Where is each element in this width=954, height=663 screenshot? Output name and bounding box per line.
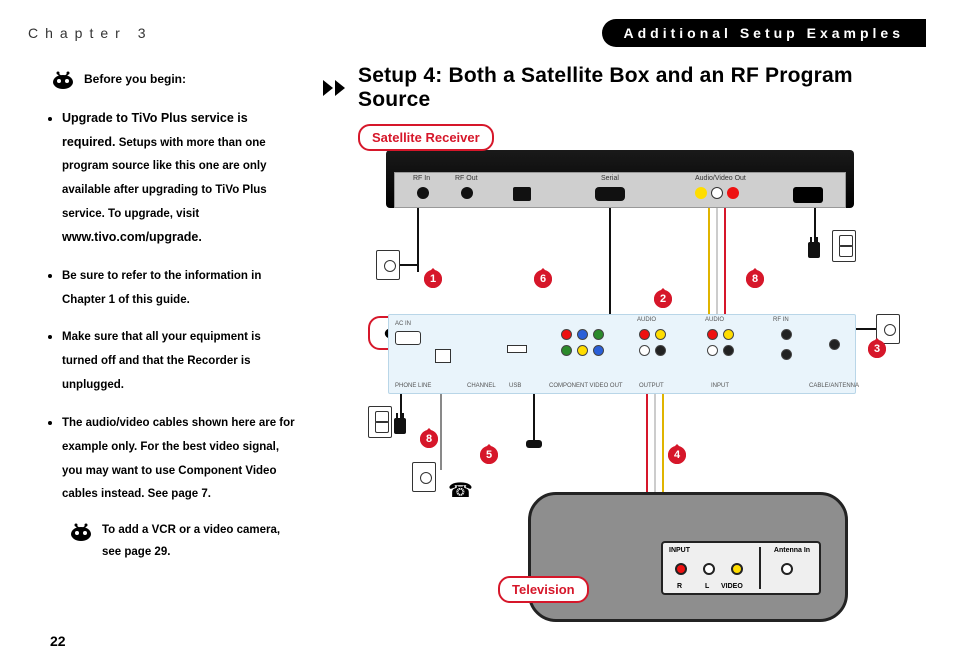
before-you-begin-label: Before you begin:	[84, 68, 186, 91]
tv-antenna-label: Antenna In	[767, 547, 817, 554]
sat-audio-r-port	[727, 187, 739, 199]
marker-8a: 8	[746, 270, 764, 288]
tv-port-l	[703, 563, 715, 575]
television-input-panel: INPUT Antenna In R L VIDEO	[661, 541, 821, 595]
vcr-note: To add a VCR or a video camera, see page…	[102, 520, 282, 564]
sat-rfin-label: RF In	[413, 175, 430, 182]
marker-2: 2	[654, 290, 672, 308]
bullet-2: Be sure to refer to the information in C…	[62, 264, 298, 312]
sat-rfout-label: RF Out	[455, 175, 478, 182]
television-label: Television	[498, 576, 589, 603]
satellite-receiver-label: Satellite Receiver	[358, 124, 494, 151]
connection-diagram: RF In RF Out Serial Audio/Video Out Sate…	[328, 122, 888, 622]
marker-1: 1	[424, 270, 442, 288]
wire-serial	[609, 208, 611, 314]
before-you-begin-sidebar: Before you begin: Upgrade to TiVo Plus s…	[28, 64, 298, 624]
wire-phone	[440, 394, 442, 470]
chapter-label: Chapter 3	[28, 25, 152, 41]
main-content: Setup 4: Both a Satellite Box and an RF …	[318, 64, 926, 624]
sat-phone-port	[513, 187, 531, 201]
marker-3: 3	[868, 340, 886, 358]
tv-port-r	[675, 563, 687, 575]
section-pill: Additional Setup Examples	[602, 19, 926, 47]
sat-serial-label: Serial	[601, 175, 619, 182]
wire-ir	[533, 394, 535, 442]
telephone-icon: ☎	[448, 478, 473, 503]
sat-rfout-port	[461, 187, 473, 199]
coax-wallplate-icon	[376, 250, 400, 280]
wire-sat-video	[708, 208, 710, 318]
power-outlet-icon	[368, 406, 392, 438]
tv-input-label: INPUT	[669, 547, 690, 554]
double-arrow-icon	[322, 79, 348, 97]
recorder-phone-port	[435, 349, 451, 363]
plug-icon	[808, 242, 820, 258]
plug-icon	[394, 418, 406, 434]
tv-port-antenna	[781, 563, 793, 575]
sat-rfin-port	[417, 187, 429, 199]
tv-sub-r: R	[677, 583, 682, 590]
bullet-3: Make sure that all your equipment is tur…	[62, 325, 298, 397]
phone-wallplate-icon	[412, 462, 436, 492]
tv-sub-l: L	[705, 583, 709, 590]
sat-avout-label: Audio/Video Out	[695, 175, 746, 182]
tivo-logo-icon	[50, 68, 76, 90]
page-title: Setup 4: Both a Satellite Box and an RF …	[358, 64, 926, 112]
sat-power-port	[793, 187, 823, 203]
page-number: 22	[50, 633, 66, 649]
power-outlet-icon	[832, 230, 856, 262]
sat-video-port	[695, 187, 707, 199]
recorder-back-panel: AC IN PHONE LINE CHANNEL USB COMPONENT V…	[388, 314, 856, 394]
marker-4: 4	[668, 446, 686, 464]
wire-rfin	[417, 208, 419, 272]
tivo-logo-icon	[68, 520, 94, 542]
recorder-acin-port	[395, 331, 421, 345]
marker-6: 6	[534, 270, 552, 288]
recorder-usb-port	[507, 345, 527, 353]
bullet-1-tail: www.tivo.com/upgrade.	[62, 230, 202, 244]
marker-8b: 8	[420, 430, 438, 448]
sat-audio-l-port	[711, 187, 723, 199]
wire-sat-audio-r	[724, 208, 726, 318]
sat-serial-port	[595, 187, 625, 201]
tv-port-video	[731, 563, 743, 575]
wire-sat-audio-l	[716, 208, 718, 318]
tv-sub-video: VIDEO	[721, 583, 743, 590]
marker-5: 5	[480, 446, 498, 464]
bullet-4: The audio/video cables shown here are fo…	[62, 411, 298, 506]
ir-blaster-icon	[526, 440, 542, 448]
bullet-1-rest: Setups with more than one program source…	[62, 137, 267, 221]
bullet-1: Upgrade to TiVo Plus service is required…	[62, 107, 298, 250]
satellite-receiver-panel: RF In RF Out Serial Audio/Video Out	[394, 172, 846, 208]
